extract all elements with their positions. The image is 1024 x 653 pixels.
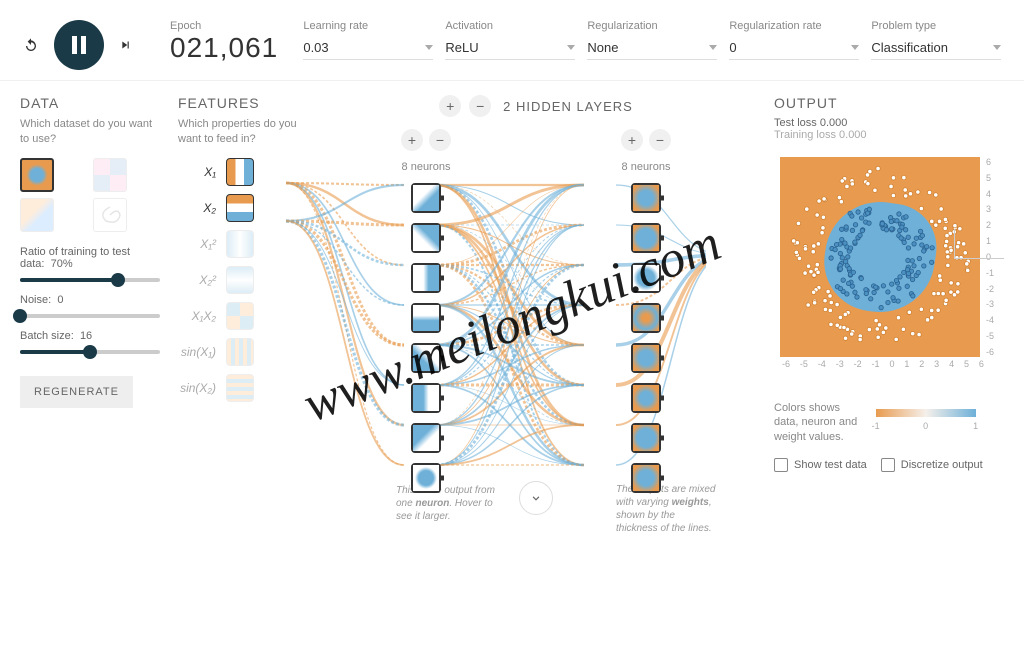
neuron[interactable]: [411, 423, 441, 453]
play-pause-button[interactable]: [54, 20, 104, 70]
neuron[interactable]: [631, 343, 661, 373]
discretize-output-checkbox[interactable]: Discretize output: [881, 458, 983, 472]
chevron-down-icon: [993, 45, 1001, 50]
feature-toggle[interactable]: [226, 158, 254, 186]
hidden-layers-label: 2 HIDDEN LAYERS: [503, 99, 633, 114]
regularization-rate-select[interactable]: 0: [729, 36, 859, 60]
feature-label: sin(X₁): [178, 345, 216, 359]
step-button[interactable]: [116, 34, 138, 56]
data-subtitle: Which dataset do you want to use?: [20, 117, 160, 148]
feature-label: sin(X₂): [178, 381, 216, 395]
remove-neuron-button[interactable]: −: [649, 129, 671, 151]
colormap-bar: -1 0 1: [876, 409, 976, 417]
batch-label: Batch size: 16: [20, 330, 160, 342]
chevron-down-icon: [567, 45, 575, 50]
activation-label: Activation: [445, 20, 575, 32]
show-test-data-checkbox[interactable]: Show test data: [774, 458, 867, 472]
training-loss: Training loss 0.000: [774, 129, 1004, 141]
feature-label: X₁: [178, 165, 216, 179]
dataset-gauss[interactable]: [20, 198, 54, 232]
chevron-down-icon: [709, 45, 717, 50]
regularization-label: Regularization: [587, 20, 717, 32]
feature-label: X₁²: [178, 237, 216, 251]
feature-toggle[interactable]: [226, 338, 254, 366]
neuron[interactable]: [631, 423, 661, 453]
dataset-circle[interactable]: [20, 158, 54, 192]
feature-toggle[interactable]: [226, 374, 254, 402]
ratio-slider[interactable]: [20, 278, 160, 282]
dataset-spiral[interactable]: [93, 198, 127, 232]
x-axis-ticks: -6-5-4-3-2-10123456: [780, 359, 986, 369]
pause-icon: [72, 36, 86, 54]
problem-type-label: Problem type: [871, 20, 1001, 32]
feature-label: X₂²: [178, 273, 216, 287]
reset-button[interactable]: [20, 34, 42, 56]
feature-label: X₂: [178, 201, 216, 215]
regenerate-button[interactable]: REGENERATE: [20, 376, 133, 408]
feature-toggle[interactable]: [226, 302, 254, 330]
neuron[interactable]: [411, 343, 441, 373]
dataset-xor[interactable]: [93, 158, 127, 192]
neuron[interactable]: [631, 303, 661, 333]
hidden-layer-2: + − 8 neurons: [621, 129, 671, 503]
chevron-down-icon: [851, 45, 859, 50]
features-subtitle: Which properties do you want to feed in?: [178, 117, 298, 148]
neuron[interactable]: [411, 383, 441, 413]
regularization-rate-label: Regularization rate: [729, 20, 859, 32]
neuron[interactable]: [411, 183, 441, 213]
ratio-label: Ratio of training to test data: 70%: [20, 246, 160, 270]
remove-neuron-button[interactable]: −: [429, 129, 451, 151]
problem-type-select[interactable]: Classification: [871, 36, 1001, 60]
neuron[interactable]: [631, 183, 661, 213]
learning-rate-select[interactable]: 0.03: [303, 36, 433, 60]
activation-select[interactable]: ReLU: [445, 36, 575, 60]
add-neuron-button[interactable]: +: [401, 129, 423, 151]
features-title: FEATURES: [178, 95, 298, 111]
epoch-value: 021,061: [170, 32, 278, 64]
noise-slider[interactable]: [20, 314, 160, 318]
colormap-legend-text: Colors shows data, neuron and weight val…: [774, 401, 864, 444]
feature-toggle[interactable]: [226, 230, 254, 258]
neuron[interactable]: [631, 223, 661, 253]
neuron[interactable]: [631, 383, 661, 413]
loss-mini-chart: [954, 229, 1004, 259]
chevron-down-icon: [529, 491, 543, 505]
batch-slider[interactable]: [20, 350, 160, 354]
feature-label: X₁X₂: [178, 309, 216, 323]
noise-label: Noise: 0: [20, 294, 160, 306]
layer-neuron-count: 8 neurons: [402, 161, 451, 173]
data-title: DATA: [20, 95, 160, 111]
neuron[interactable]: [631, 263, 661, 293]
chevron-down-icon: [425, 45, 433, 50]
neuron[interactable]: [411, 263, 441, 293]
neuron[interactable]: [411, 463, 441, 493]
output-heatmap[interactable]: 6543210-1-2-3-4-5-6: [780, 157, 980, 357]
epoch-label: Epoch: [170, 20, 278, 32]
feature-toggle[interactable]: [226, 194, 254, 222]
neuron[interactable]: [411, 303, 441, 333]
learning-rate-label: Learning rate: [303, 20, 433, 32]
feature-toggle[interactable]: [226, 266, 254, 294]
add-neuron-button[interactable]: +: [621, 129, 643, 151]
neuron[interactable]: [411, 223, 441, 253]
remove-layer-button[interactable]: −: [469, 95, 491, 117]
neuron[interactable]: [631, 463, 661, 493]
output-title: OUTPUT: [774, 95, 1004, 111]
hidden-layer-1: + − 8 neurons: [401, 129, 451, 503]
test-loss: Test loss 0.000: [774, 117, 1004, 129]
layer-neuron-count: 8 neurons: [622, 161, 671, 173]
regularization-select[interactable]: None: [587, 36, 717, 60]
add-layer-button[interactable]: +: [439, 95, 461, 117]
expand-button[interactable]: [519, 481, 553, 515]
